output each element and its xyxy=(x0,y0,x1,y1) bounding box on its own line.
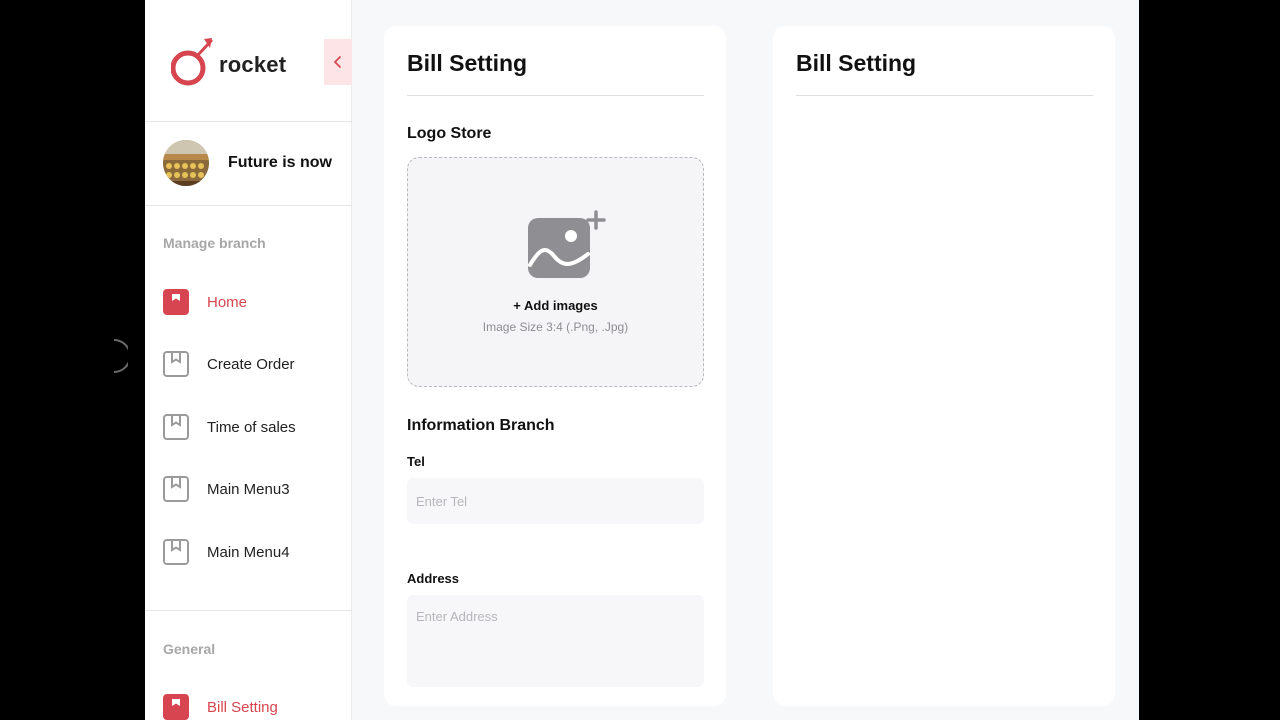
sidebar-item-main-menu3[interactable]: Main Menu3 xyxy=(163,474,343,504)
logo-upload-dropzone[interactable]: + Add images Image Size 3:4 (.Png, .Jpg) xyxy=(407,157,704,387)
sidebar-item-main-menu4[interactable]: Main Menu4 xyxy=(163,537,343,567)
sidebar: rocket Future is now Manage branch Home … xyxy=(145,0,352,720)
avatar xyxy=(163,140,209,186)
add-images-label: + Add images xyxy=(513,298,598,313)
sidebar-item-time-of-sales[interactable]: Time of sales xyxy=(163,412,343,442)
sidebar-divider xyxy=(145,121,352,122)
bookmark-icon xyxy=(163,414,189,440)
profile-name: Future is now xyxy=(228,154,332,171)
sidebar-item-home[interactable]: Home xyxy=(163,287,343,317)
add-image-icon xyxy=(528,210,606,278)
bill-settings-card: Bill Setting Logo Store + Add images Ima… xyxy=(384,26,726,706)
address-input[interactable] xyxy=(407,595,704,687)
page-title: Bill Setting xyxy=(407,50,528,76)
section-label-general: General xyxy=(163,641,216,657)
rocket-logo-icon xyxy=(171,38,213,86)
brand-name: rocket xyxy=(219,52,287,77)
sidebar-divider xyxy=(145,205,352,206)
title-divider xyxy=(407,95,704,96)
sidebar-item-label: Time of sales xyxy=(207,418,296,436)
brand-logo[interactable]: rocket xyxy=(171,36,286,88)
bookmark-icon xyxy=(163,351,189,377)
sidebar-item-create-order[interactable]: Create Order xyxy=(163,349,343,379)
preview-title: Bill Setting xyxy=(796,50,917,76)
loading-spinner-icon xyxy=(113,339,128,373)
logo-store-heading: Logo Store xyxy=(407,125,492,142)
collapse-sidebar-button[interactable] xyxy=(324,39,352,85)
bookmark-icon xyxy=(163,476,189,502)
section-label-manage-branch: Manage branch xyxy=(163,235,266,251)
sidebar-item-label: Home xyxy=(207,293,248,311)
sidebar-item-label: Create Order xyxy=(207,355,295,373)
address-label: Address xyxy=(407,571,460,586)
bill-preview-card: Bill Setting xyxy=(773,26,1115,706)
profile[interactable]: Future is now xyxy=(163,140,332,186)
sidebar-item-bill-setting[interactable]: Bill Setting xyxy=(163,692,343,720)
information-branch-heading: Information Branch xyxy=(407,417,555,434)
tel-input[interactable] xyxy=(407,478,704,524)
sidebar-item-label: Bill Setting xyxy=(207,698,278,716)
title-divider xyxy=(796,95,1093,96)
image-size-hint: Image Size 3:4 (.Png, .Jpg) xyxy=(482,320,629,334)
bookmark-icon xyxy=(163,694,189,720)
app-window: rocket Future is now Manage branch Home … xyxy=(145,0,1139,720)
sidebar-divider xyxy=(145,610,352,611)
bookmark-icon xyxy=(163,539,189,565)
bookmark-icon xyxy=(163,289,189,315)
sidebar-item-label: Main Menu3 xyxy=(207,480,290,498)
tel-label: Tel xyxy=(407,454,425,469)
sidebar-item-label: Main Menu4 xyxy=(207,543,290,561)
chevron-left-icon xyxy=(334,56,341,68)
